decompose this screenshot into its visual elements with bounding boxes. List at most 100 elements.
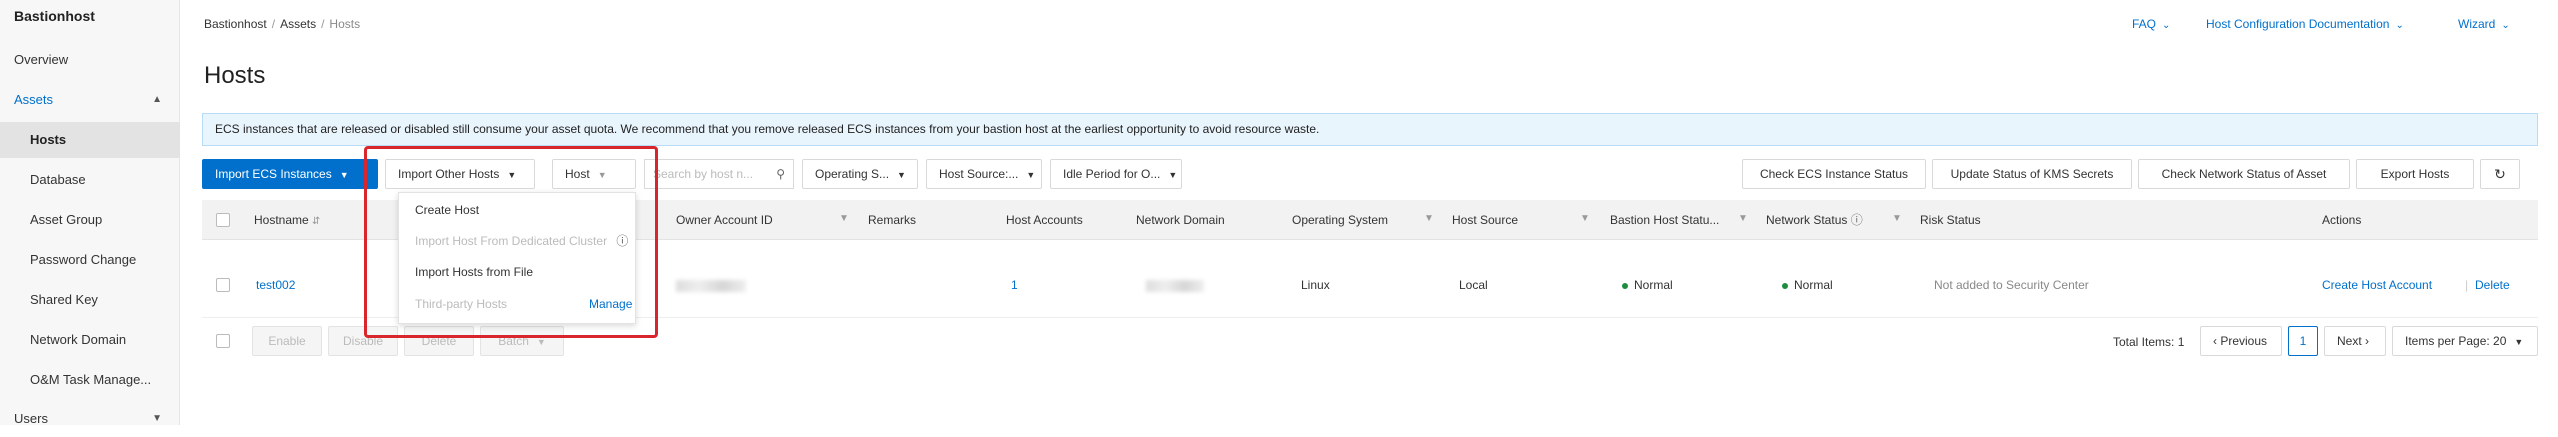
chevron-down-icon: ▼ [339, 170, 349, 180]
check-ecs-status-button[interactable]: Check ECS Instance Status [1742, 159, 1926, 189]
next-button[interactable]: Next › [2324, 326, 2386, 356]
header-bastion-status: Bastion Host Statu... [1610, 213, 1720, 227]
host-doc-label: Host Configuration Documentation [2206, 17, 2390, 31]
owner-account-redacted [676, 252, 746, 318]
sidebar-group-users[interactable]: Users ▼ [0, 401, 180, 437]
sidebar-item-network-domain[interactable]: Network Domain [0, 322, 180, 358]
info-notice: ECS instances that are released or disab… [202, 113, 2538, 146]
status-dot [1622, 282, 1628, 289]
sidebar-item-overview[interactable]: Overview [0, 42, 180, 78]
refresh-icon: ↻ [2494, 166, 2506, 182]
bastion-status-value: Normal [1622, 252, 1673, 318]
filter-icon[interactable]: ▼ [1892, 214, 1902, 224]
host-accounts-link[interactable]: 1 [1011, 252, 1018, 318]
refresh-button[interactable]: ↻ [2480, 159, 2520, 189]
update-kms-button[interactable]: Update Status of KMS Secrets [1932, 159, 2132, 189]
sidebar-item-hosts[interactable]: Hosts [0, 122, 180, 158]
header-hostname[interactable]: Hostname ⇵ [254, 200, 320, 240]
status-text: Normal [1794, 278, 1833, 292]
wizard-label: Wizard [2458, 17, 2496, 31]
action-separator: | [2465, 278, 2469, 292]
sidebar-item-shared-key[interactable]: Shared Key [0, 282, 180, 318]
idle-period-label: Idle Period for O... [1063, 167, 1161, 181]
breadcrumb-assets[interactable]: Assets [280, 17, 316, 31]
filter-icon[interactable]: ▼ [1580, 214, 1590, 224]
sidebar-item-database[interactable]: Database [0, 162, 180, 198]
import-ecs-button[interactable]: Import ECS Instances ▼ [202, 159, 378, 189]
items-per-page-select[interactable]: Items per Page: 20 ▼ [2392, 326, 2538, 356]
filter-icon[interactable]: ▼ [1738, 214, 1748, 224]
breadcrumb-separator: / [321, 17, 325, 31]
export-hosts-button[interactable]: Export Hosts [2356, 159, 2474, 189]
chevron-down-icon: ▼ [536, 337, 546, 347]
breadcrumb-bastionhost[interactable]: Bastionhost [204, 17, 267, 31]
header-os: Operating System [1292, 213, 1389, 227]
faq-label: FAQ [2132, 17, 2157, 31]
bulk-select-checkbox[interactable] [216, 334, 230, 348]
chevron-down-icon: ⌄ [2395, 20, 2404, 31]
filter-icon[interactable]: ▼ [839, 214, 849, 224]
sidebar-item-label: Users [14, 411, 48, 426]
sidebar-item-asset-group[interactable]: Asset Group [0, 202, 180, 238]
total-items: Total Items: 1 [2113, 335, 2185, 349]
previous-label: Previous [2220, 334, 2268, 348]
search-placeholder: Search by host n... [653, 167, 754, 181]
sidebar: Bastionhost Overview Assets ▲ Hosts Datab… [0, 0, 180, 426]
chevron-down-icon: ⌄ [2162, 20, 2171, 31]
network-domain-redacted [1146, 252, 1204, 318]
row-checkbox[interactable] [216, 278, 230, 292]
header-host-accounts: Host Accounts [1006, 213, 1083, 227]
chevron-up-icon: ▲ [152, 94, 162, 105]
network-status-value: Normal [1782, 252, 1833, 318]
sidebar-item-password-change[interactable]: Password Change [0, 242, 180, 278]
next-label: Next [2337, 334, 2362, 348]
header-host-source: Host Source [1452, 213, 1519, 227]
enable-button[interactable]: Enable [252, 326, 322, 356]
create-host-account-link[interactable]: Create Host Account [2322, 252, 2432, 318]
sidebar-item-label: Assets [14, 92, 54, 107]
host-doc-link[interactable]: Host Configuration Documentation ⌄ [2206, 17, 2404, 31]
host-source-filter[interactable]: Host Source:... ▼ [926, 159, 1042, 189]
select-all-checkbox[interactable] [216, 213, 230, 227]
status-text: Normal [1634, 278, 1673, 292]
sidebar-item-om-task[interactable]: O&M Task Manage... [0, 362, 180, 398]
header-label: Hostname [254, 213, 309, 227]
chevron-down-icon: ▼ [1026, 170, 1036, 180]
hostname-link[interactable]: test002 [256, 252, 295, 318]
check-network-button[interactable]: Check Network Status of Asset [2138, 159, 2350, 189]
sidebar-group-assets[interactable]: Assets ▲ [0, 82, 180, 118]
breadcrumb: Bastionhost / Assets / Hosts [204, 17, 360, 31]
os-value: Linux [1301, 278, 1330, 292]
faq-link[interactable]: FAQ ⌄ [2132, 17, 2170, 31]
header-risk-status: Risk Status [1920, 213, 1981, 227]
items-per-page-label: Items per Page: 20 [2405, 334, 2507, 348]
chevron-left-icon: ‹ [2213, 334, 2217, 348]
header-actions: Actions [2322, 213, 2362, 227]
breadcrumb-current: Hosts [329, 17, 361, 31]
header-network-domain: Network Domain [1136, 213, 1225, 227]
risk-status-value: Not added to Security Center [1934, 278, 2089, 292]
search-icon: ⚲ [776, 167, 785, 181]
header-network-status: Network Status ⓘ [1766, 200, 1863, 240]
os-filter-label: Operating S... [815, 167, 890, 181]
host-source-label: Host Source:... [939, 167, 1019, 181]
header-label: Network Status [1766, 213, 1848, 227]
annotation-highlight-box [364, 146, 658, 338]
chevron-down-icon: ▼ [897, 170, 906, 180]
idle-period-filter[interactable]: Idle Period for O... ▼ [1050, 159, 1182, 189]
chevron-right-icon: › [2365, 334, 2370, 348]
delete-link[interactable]: Delete [2475, 252, 2510, 318]
product-title: Bastionhost [14, 8, 95, 24]
help-icon[interactable]: ⓘ [1851, 213, 1863, 227]
filter-icon[interactable]: ▼ [1424, 214, 1434, 224]
page-1-button[interactable]: 1 [2288, 326, 2318, 356]
chevron-down-icon: ▼ [1168, 170, 1178, 180]
search-input[interactable]: Search by host n... ⚲ [644, 159, 794, 189]
previous-button[interactable]: ‹ Previous [2200, 326, 2282, 356]
header-remarks: Remarks [868, 213, 917, 227]
os-filter[interactable]: Operating S... ▼ [802, 159, 918, 189]
sort-icon[interactable]: ⇵ [312, 216, 320, 227]
chevron-down-icon: ▼ [152, 413, 162, 424]
wizard-link[interactable]: Wizard ⌄ [2458, 17, 2510, 31]
page-title: Hosts [204, 62, 266, 89]
